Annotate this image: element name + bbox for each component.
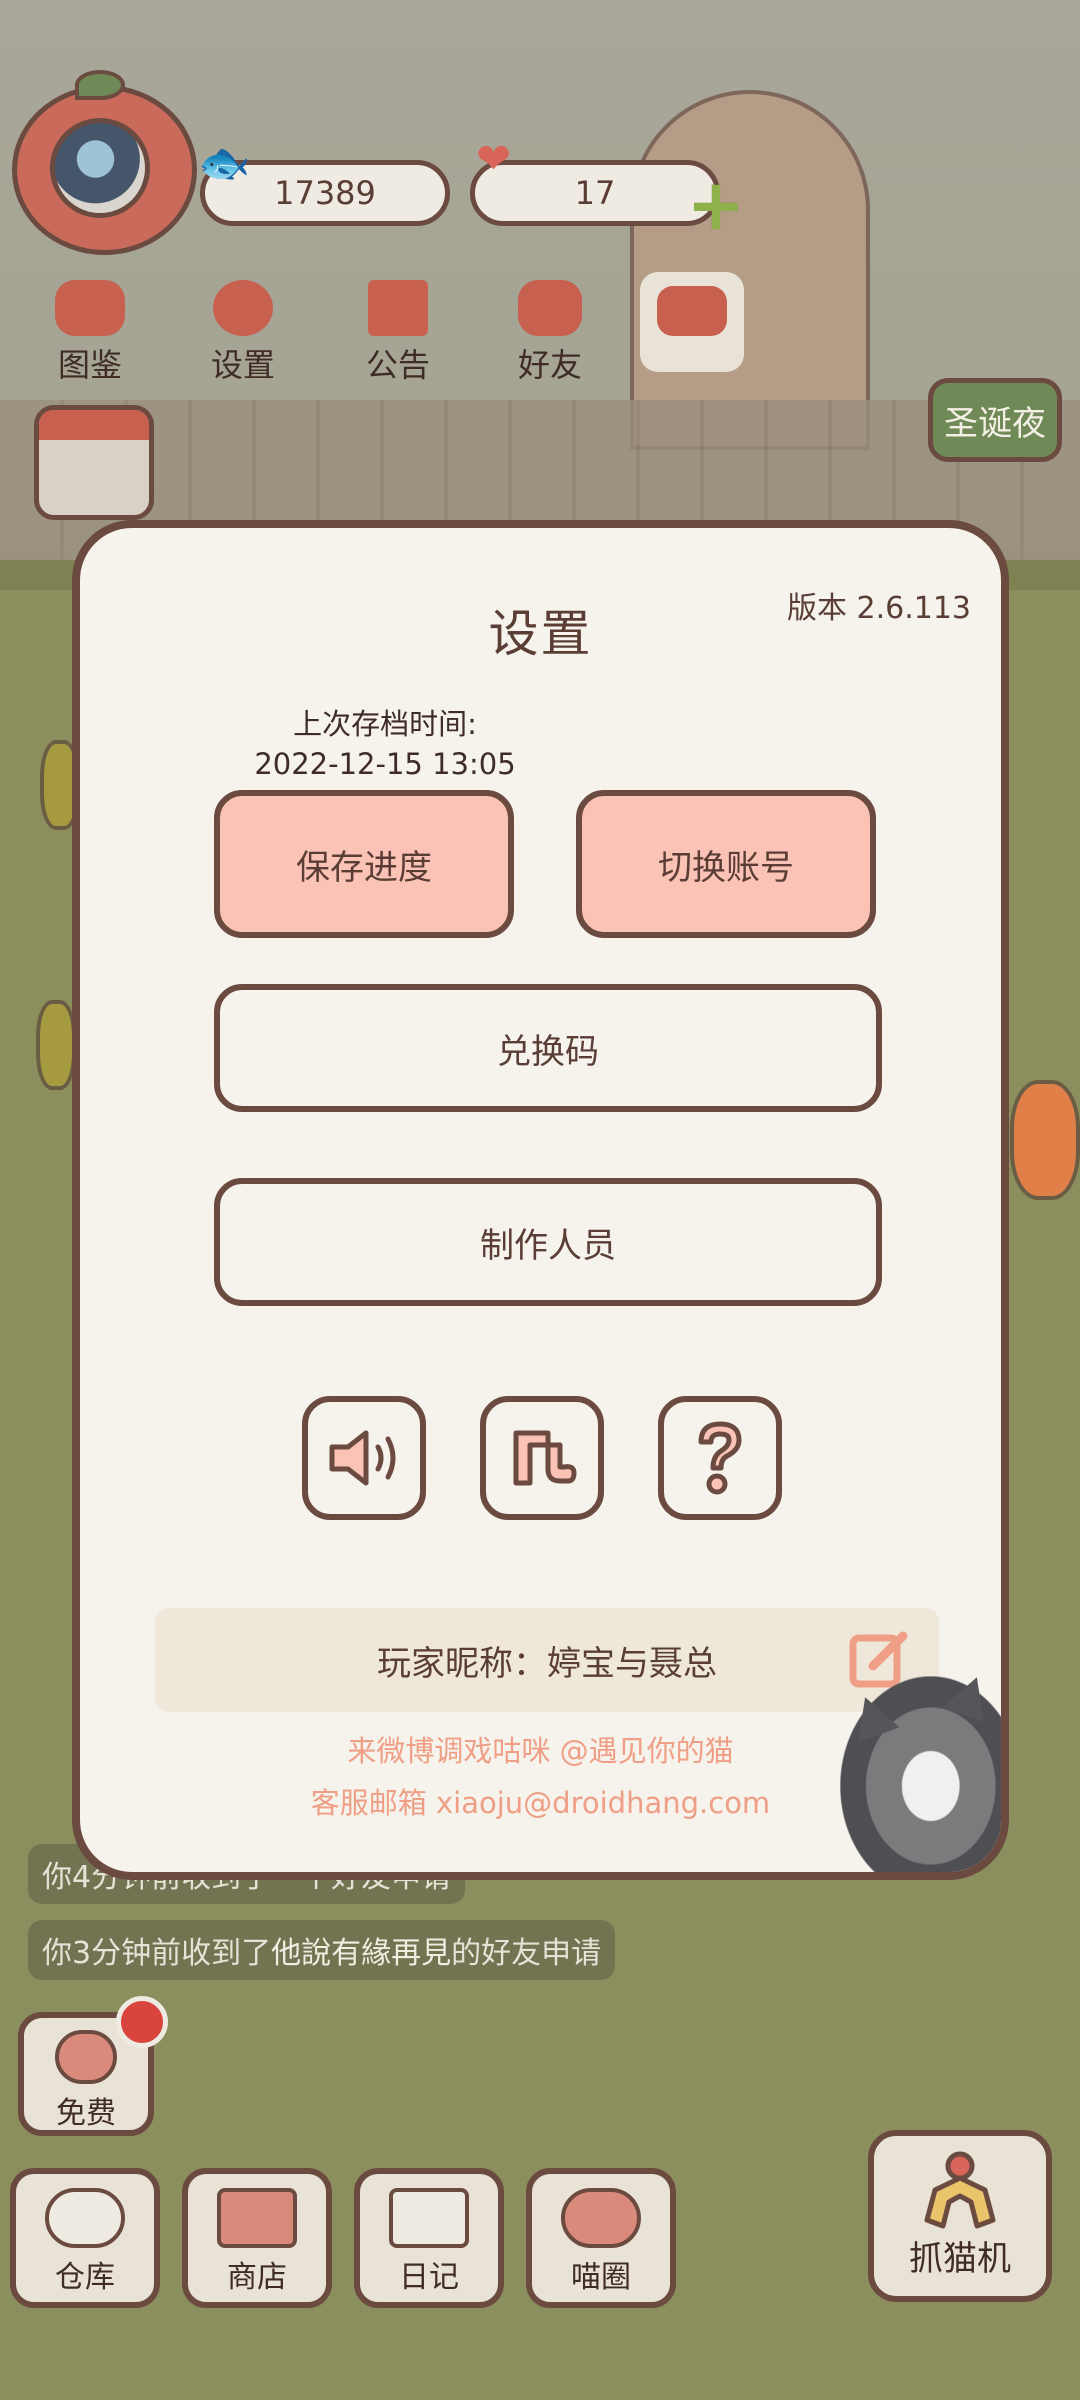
heart-letter-icon	[657, 286, 727, 336]
last-save-value: 2022-12-15 13:05	[254, 747, 516, 781]
diary-button[interactable]: 日记	[354, 2168, 504, 2308]
claw-machine-button[interactable]: 抓猫机	[868, 2130, 1052, 2302]
speaker-icon	[329, 1430, 396, 1486]
last-save-time: 上次存档时间: 2022-12-15 13:05	[235, 704, 535, 784]
save-progress-label: 保存进度	[296, 847, 432, 888]
background-door	[630, 90, 870, 450]
leaf-icon	[75, 70, 125, 100]
cat-photo	[840, 1669, 1001, 1872]
calendar-button[interactable]	[34, 405, 154, 520]
add-hearts-button[interactable]: +	[686, 170, 746, 240]
background-carrot	[1010, 1080, 1080, 1200]
friends-icon	[518, 280, 582, 336]
menu-friends[interactable]: 好友	[500, 280, 600, 386]
cat-book-icon	[55, 280, 125, 336]
help-button[interactable]	[658, 1396, 782, 1520]
switch-account-label: 切换账号	[658, 847, 794, 888]
diary-label: 日记	[399, 2260, 459, 2295]
claw-machine-label: 抓猫机	[909, 2239, 1011, 2279]
warehouse-label: 仓库	[55, 2260, 115, 2295]
notification-text: 的好友申请	[451, 1936, 602, 1971]
nickname-bar: 玩家昵称：婷宝与聂总	[155, 1608, 939, 1712]
menu-friends-label: 好友	[517, 346, 582, 384]
shop-icon	[217, 2188, 297, 2248]
fish-icon: 🐟	[198, 138, 251, 187]
menu-collection[interactable]: 图鉴	[40, 280, 140, 386]
shop-button[interactable]: 商店	[182, 2168, 332, 2308]
sound-toggle-button[interactable]	[302, 1396, 426, 1520]
last-save-label: 上次存档时间:	[293, 707, 477, 741]
menu-settings-label: 设置	[210, 346, 275, 384]
question-mark-icon	[698, 1421, 742, 1495]
redeem-code-label: 兑换码	[497, 1031, 599, 1072]
music-toggle-button[interactable]	[480, 1396, 604, 1520]
credits-button[interactable]: 制作人员	[214, 1178, 882, 1306]
gift-icon	[368, 280, 428, 336]
nickname-text: 玩家昵称：婷宝与聂总	[377, 1643, 717, 1684]
avatar[interactable]	[50, 118, 150, 218]
christmas-event-button[interactable]: 圣诞夜	[928, 378, 1062, 462]
gear-icon	[213, 280, 273, 336]
mail-button[interactable]	[640, 272, 744, 372]
free-label: 免费	[56, 2096, 116, 2131]
cat-circle-button[interactable]: 喵圈	[526, 2168, 676, 2308]
credits-label: 制作人员	[480, 1225, 616, 1266]
claw-icon	[924, 2151, 996, 2229]
heart-count: 17	[574, 174, 616, 212]
heart-icon: ❤	[476, 134, 512, 183]
menu-settings[interactable]: 设置	[193, 280, 293, 386]
notification-friend-request: 你3分钟前收到了 他說有緣再見 的好友申请	[28, 1920, 616, 1980]
fish-count: 17389	[274, 174, 376, 212]
menu-announcement-label: 公告	[365, 346, 430, 384]
shop-label: 商店	[227, 2260, 287, 2295]
notification-dot	[116, 1996, 168, 2048]
cat-circle-label: 喵圈	[571, 2260, 631, 2295]
switch-account-button[interactable]: 切换账号	[576, 790, 876, 938]
cat-ear	[844, 1689, 900, 1743]
menu-announcement[interactable]: 公告	[348, 280, 448, 386]
redeem-code-button[interactable]: 兑换码	[214, 984, 882, 1112]
diary-icon	[389, 2188, 469, 2248]
settings-dialog: 设置 版本 2.6.113 上次存档时间: 2022-12-15 13:05 保…	[72, 520, 1009, 1880]
warehouse-icon	[45, 2188, 125, 2248]
notification-friend-name: 他說有緣再見	[271, 1936, 452, 1971]
cat-planet-icon	[561, 2188, 641, 2248]
save-progress-button[interactable]: 保存进度	[214, 790, 514, 938]
music-note-icon	[513, 1430, 577, 1486]
menu-collection-label: 图鉴	[57, 346, 122, 384]
version-label: 版本 2.6.113	[786, 591, 971, 626]
background-bush	[36, 1000, 76, 1090]
cat-ear	[942, 1669, 998, 1723]
heart-icon	[55, 2030, 117, 2084]
notification-text: 你3分钟前收到了	[42, 1936, 272, 1971]
christmas-event-label: 圣诞夜	[944, 403, 1046, 444]
warehouse-button[interactable]: 仓库	[10, 2168, 160, 2308]
